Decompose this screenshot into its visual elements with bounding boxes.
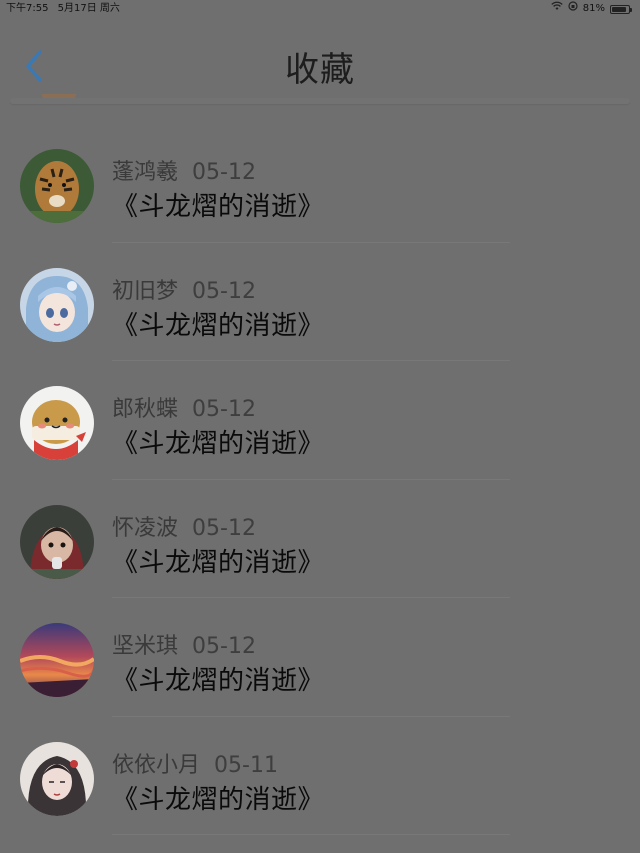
battery-percent: 81% bbox=[582, 3, 605, 14]
book-title[interactable]: 《斗龙熠的消逝》 bbox=[112, 423, 324, 460]
book-title[interactable]: 《斗龙熠的消逝》 bbox=[112, 660, 324, 697]
favorite-date: 05-11 bbox=[214, 752, 278, 778]
navigation-bar: 收藏 bbox=[0, 20, 640, 100]
item-meta: 蓬鸿羲 05-12 bbox=[112, 154, 256, 186]
item-meta: 郎秋蝶 05-12 bbox=[112, 391, 256, 423]
battery-icon bbox=[610, 4, 632, 14]
item-meta: 怀凌波 05-12 bbox=[112, 510, 256, 542]
user-name: 郎秋蝶 bbox=[112, 397, 179, 422]
wifi-icon bbox=[551, 0, 563, 18]
page-title: 收藏 bbox=[285, 50, 355, 90]
book-title[interactable]: 《斗龙熠的消逝》 bbox=[112, 779, 324, 816]
user-name: 依依小月 bbox=[112, 752, 201, 778]
status-time: 下午7:55 bbox=[6, 3, 49, 14]
item-meta: 依依小月 05-11 bbox=[112, 747, 278, 779]
favorite-date: 05-12 bbox=[192, 397, 256, 422]
favorite-date: 05-12 bbox=[192, 515, 256, 541]
user-name: 坚米琪 bbox=[112, 634, 179, 659]
book-title[interactable]: 《斗龙熠的消逝》 bbox=[112, 186, 324, 223]
ink-girl-avatar-image bbox=[20, 741, 94, 816]
sunset-sky-avatar-image bbox=[20, 623, 94, 697]
anime-girl-avatar-image bbox=[20, 267, 94, 342]
favorites-list: 蓬鸿羲 05-12 《斗龙熠的消逝》 初旧梦 05-12 《斗龙熠的消逝》 郎秋… bbox=[0, 120, 640, 835]
favorite-date: 05-12 bbox=[192, 634, 256, 659]
avatar[interactable] bbox=[20, 386, 94, 460]
favorite-date: 05-12 bbox=[192, 160, 256, 185]
header-divider bbox=[10, 98, 630, 104]
cartoon-potato-avatar-image bbox=[20, 386, 94, 460]
avatar[interactable] bbox=[20, 267, 94, 342]
status-time-date: 下午7:55 5月17日 周六 bbox=[6, 0, 120, 18]
item-meta: 初旧梦 05-12 bbox=[112, 273, 256, 305]
item-meta: 坚米琪 05-12 bbox=[112, 628, 256, 660]
row-divider bbox=[112, 834, 510, 835]
status-indicators: 81% bbox=[551, 0, 632, 18]
user-name: 怀凌波 bbox=[112, 515, 179, 541]
avatar[interactable] bbox=[20, 149, 94, 223]
avatar[interactable] bbox=[20, 623, 94, 697]
user-name: 蓬鸿羲 bbox=[112, 160, 179, 185]
favorite-date: 05-12 bbox=[192, 278, 256, 304]
list-item[interactable]: 初旧梦 05-12 《斗龙熠的消逝》 bbox=[0, 239, 640, 361]
avatar[interactable] bbox=[20, 504, 94, 579]
list-item[interactable]: 蓬鸿羲 05-12 《斗龙熠的消逝》 bbox=[0, 120, 640, 243]
status-bar: 下午7:55 5月17日 周六 81% bbox=[0, 0, 640, 20]
list-item[interactable]: 坚米琪 05-12 《斗龙熠的消逝》 bbox=[0, 594, 640, 717]
book-title[interactable]: 《斗龙熠的消逝》 bbox=[112, 542, 324, 579]
rotation-lock-icon bbox=[568, 0, 578, 18]
list-item[interactable]: 怀凌波 05-12 《斗龙熠的消逝》 bbox=[0, 476, 640, 598]
list-item[interactable]: 郎秋蝶 05-12 《斗龙熠的消逝》 bbox=[0, 357, 640, 480]
book-title[interactable]: 《斗龙熠的消逝》 bbox=[112, 305, 324, 342]
user-name: 初旧梦 bbox=[112, 278, 179, 304]
avatar[interactable] bbox=[20, 741, 94, 816]
tiger-avatar-image bbox=[20, 149, 94, 223]
list-item[interactable]: 依依小月 05-11 《斗龙熠的消逝》 bbox=[0, 713, 640, 835]
child-photo-avatar-image bbox=[20, 504, 94, 579]
status-date: 5月17日 周六 bbox=[57, 3, 120, 14]
